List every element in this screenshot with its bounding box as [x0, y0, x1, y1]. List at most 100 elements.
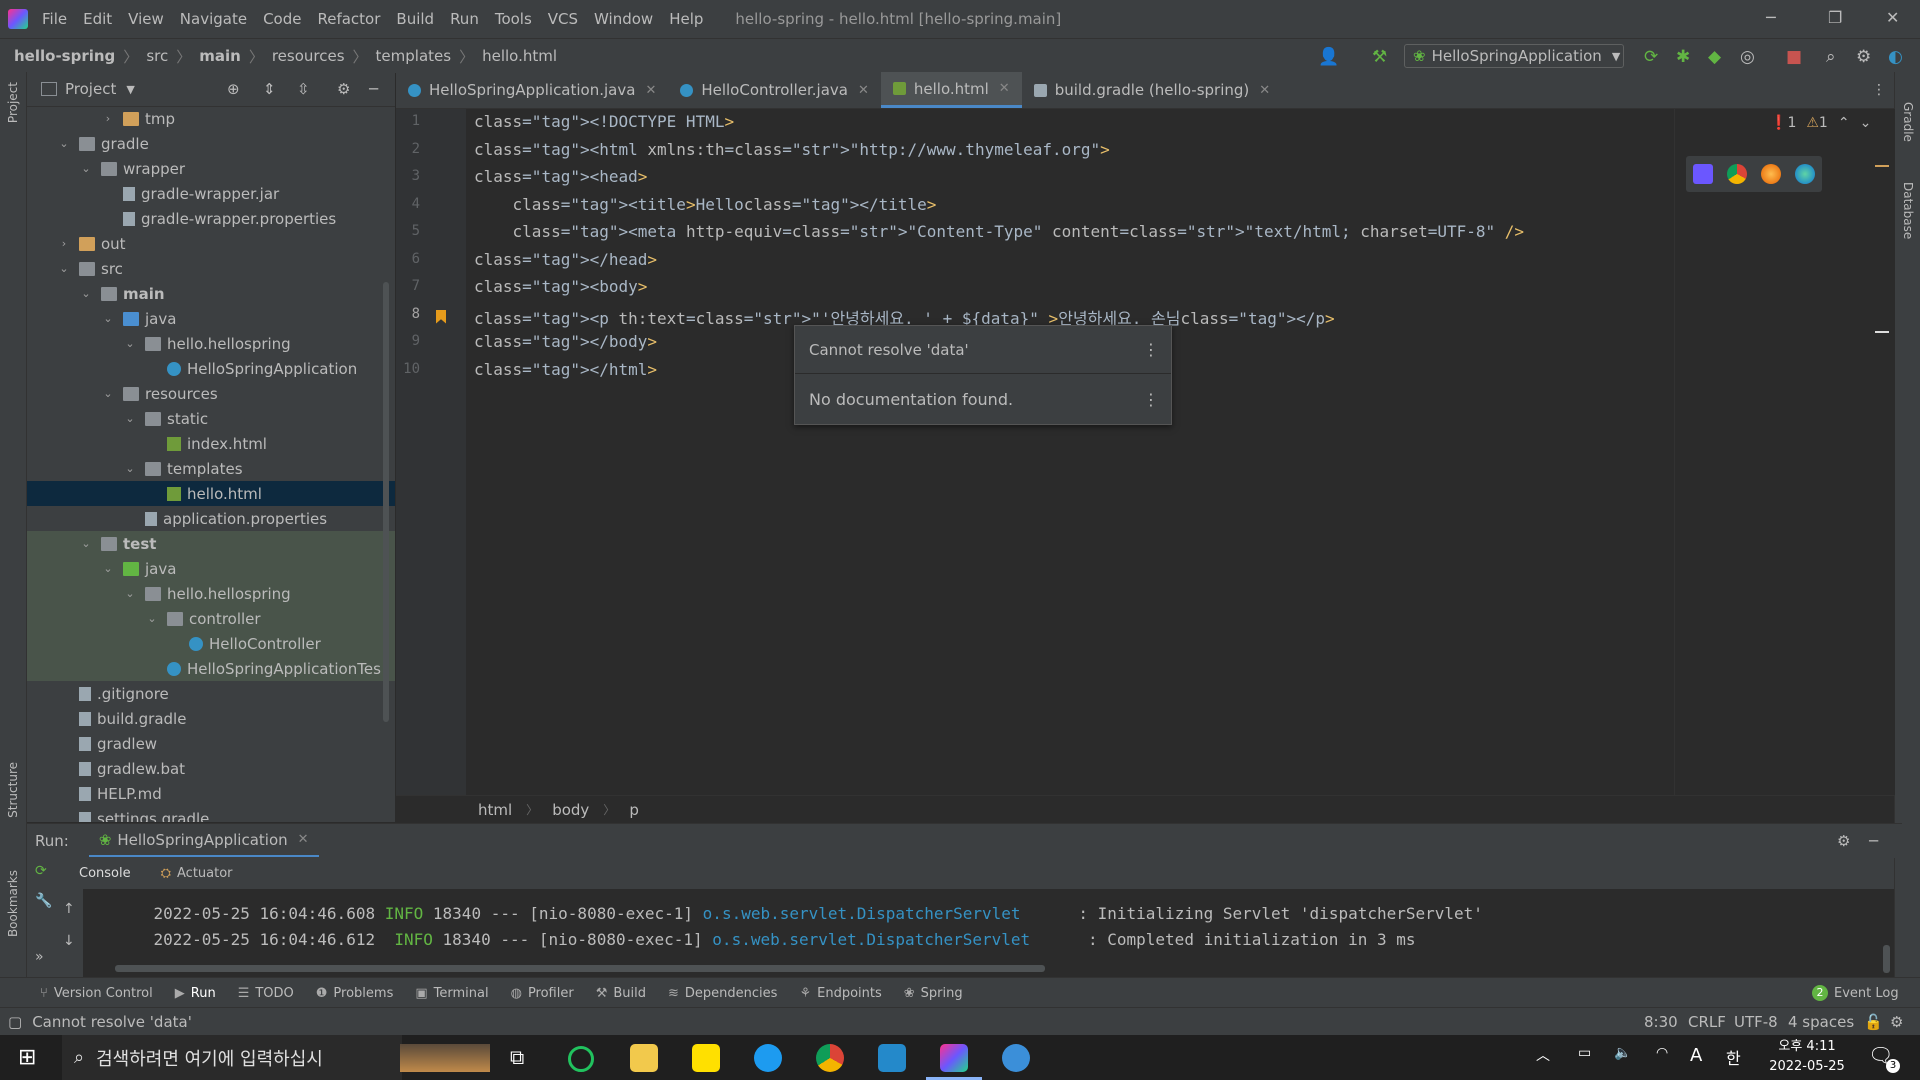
endpoints-tab[interactable]: ⚘ Endpoints	[799, 986, 881, 1001]
expand-all-icon[interactable]: ⇕	[263, 80, 276, 98]
chrome-icon[interactable]	[1727, 164, 1747, 184]
hide-panel-icon[interactable]: ─	[369, 80, 378, 98]
tree-item[interactable]: .gitignore	[27, 681, 395, 706]
caret-position[interactable]: 8:30	[1644, 1013, 1678, 1031]
tree-item[interactable]: ⌄ hello.hellospring	[27, 581, 395, 606]
crumb-html[interactable]: html	[478, 801, 512, 819]
firefox-icon[interactable]	[1761, 164, 1781, 184]
event-log-tab[interactable]: 2 Event Log	[1812, 985, 1899, 1001]
tree-item[interactable]: ⌄ controller	[27, 606, 395, 631]
chevron-down-icon[interactable]: ⌄	[101, 562, 115, 575]
collapse-all-icon[interactable]: ⇳	[297, 80, 310, 98]
editor-tab[interactable]: HelloController.java ✕	[668, 72, 881, 108]
tree-item[interactable]: › tmp	[27, 106, 395, 131]
chevron-down-icon[interactable]: ⌄	[57, 262, 71, 275]
restore-icon[interactable]: ❐	[1828, 8, 1842, 27]
intellij-taskbar-icon[interactable]	[940, 1044, 968, 1072]
menu-refactor[interactable]: Refactor	[317, 10, 380, 28]
chevron-down-icon[interactable]: ⌄	[79, 162, 93, 175]
user-icon[interactable]: 👤	[1318, 47, 1339, 67]
rerun-icon[interactable]: ⟳	[35, 863, 47, 879]
volume-icon[interactable]: 🔈	[1614, 1045, 1631, 1061]
tree-item[interactable]: HelloSpringApplicationTes	[27, 656, 395, 681]
tree-item[interactable]: build.gradle	[27, 706, 395, 731]
webex-icon[interactable]	[754, 1044, 782, 1072]
spring-tab[interactable]: ❀ Spring	[904, 986, 963, 1001]
close-icon[interactable]: ✕	[1886, 8, 1899, 27]
todo-tab[interactable]: ☰ TODO	[238, 986, 294, 1001]
warning-marker[interactable]	[1875, 165, 1889, 167]
line-separator[interactable]: CRLF	[1688, 1013, 1726, 1031]
file-explorer-icon[interactable]	[630, 1044, 658, 1072]
menu-file[interactable]: File	[42, 10, 67, 28]
profiler-tab[interactable]: ◍ Profiler	[511, 986, 574, 1001]
tree-item[interactable]: gradle-wrapper.jar	[27, 181, 395, 206]
crumb-body[interactable]: body	[552, 801, 589, 819]
kakaotalk-icon[interactable]	[692, 1044, 720, 1072]
breadcrumb-resources[interactable]: resources	[272, 47, 345, 65]
more-icon[interactable]: »	[35, 949, 44, 965]
tree-item[interactable]: ⌄ gradle	[27, 131, 395, 156]
tree-item[interactable]: HelloSpringApplication	[27, 356, 395, 381]
minimize-icon[interactable]: ─	[1766, 8, 1776, 27]
close-icon[interactable]: ✕	[645, 83, 656, 98]
menu-code[interactable]: Code	[263, 10, 301, 28]
inspection-widget[interactable]: ❗1 ⚠1 ⌃ ⌄	[1770, 115, 1871, 131]
ime-mode-han[interactable]: 한	[1726, 1045, 1741, 1069]
tray-chevron-up-icon[interactable]: ︿	[1536, 1045, 1550, 1065]
menu-vcs[interactable]: VCS	[548, 10, 578, 28]
close-icon[interactable]: ✕	[298, 832, 309, 847]
profiler-icon[interactable]: ◎	[1740, 47, 1755, 67]
wrench-icon[interactable]: 🔧	[35, 893, 52, 909]
tree-item[interactable]: ⌄ java	[27, 556, 395, 581]
more-options-icon[interactable]: ⋮	[1143, 340, 1159, 359]
structure-tool-button[interactable]: Structure	[6, 762, 20, 818]
tree-item[interactable]: ⌄ hello.hellospring	[27, 331, 395, 356]
actuator-tab[interactable]: Actuator	[177, 866, 233, 881]
console-output[interactable]: 2022-05-25 16:04:46.608 INFO 18340 --- […	[83, 889, 1894, 977]
file-encoding[interactable]: UTF-8	[1734, 1013, 1778, 1031]
gradle-tool-button[interactable]: Gradle	[1901, 102, 1915, 142]
app-green-circle-icon[interactable]	[568, 1046, 594, 1072]
up-arrow-icon[interactable]: ↑	[63, 901, 75, 917]
tree-item[interactable]: gradlew.bat	[27, 756, 395, 781]
stop-icon[interactable]: ■	[1786, 47, 1802, 67]
breadcrumb-src[interactable]: src	[146, 47, 168, 65]
tree-item[interactable]: ⌄ main	[27, 281, 395, 306]
locate-icon[interactable]: ⊕	[227, 80, 240, 98]
hammer-build-icon[interactable]: ⚒	[1372, 47, 1387, 67]
chevron-right-icon[interactable]: ›	[57, 237, 71, 250]
breadcrumb-templates[interactable]: templates	[376, 47, 452, 65]
console-tab[interactable]: Console	[79, 866, 131, 881]
down-arrow-icon[interactable]: ↓	[63, 933, 75, 949]
project-tool-button[interactable]: Project	[6, 82, 20, 123]
breadcrumb-main[interactable]: main	[199, 47, 241, 65]
chevron-down-icon[interactable]: ⌄	[1860, 115, 1872, 131]
dependencies-tab[interactable]: ≋ Dependencies	[668, 986, 777, 1001]
tree-item[interactable]: HELP.md	[27, 781, 395, 806]
chevron-down-icon[interactable]: ⌄	[123, 412, 137, 425]
tree-item[interactable]: HelloController	[27, 631, 395, 656]
intellij-browser-icon[interactable]	[1693, 164, 1713, 184]
battery-icon[interactable]: ▭	[1578, 1045, 1591, 1061]
chevron-down-icon[interactable]: ⌄	[145, 612, 159, 625]
tree-item[interactable]: ⌄ templates	[27, 456, 395, 481]
chevron-right-icon[interactable]: ›	[101, 112, 115, 125]
gear-icon[interactable]: ⚙	[1837, 832, 1850, 850]
chevron-down-icon[interactable]: ⌄	[123, 587, 137, 600]
taskbar-search[interactable]: ⌕ 검색하려면 여기에 입력하십시	[62, 1035, 402, 1080]
close-icon[interactable]: ✕	[1259, 83, 1270, 98]
chevron-down-icon[interactable]: ▼	[126, 83, 134, 96]
console-v-scrollbar[interactable]	[1883, 945, 1890, 973]
more-options-icon[interactable]: ⋮	[1143, 390, 1159, 409]
more-tabs-icon[interactable]: ⋮	[1872, 82, 1886, 98]
edge-icon[interactable]	[1795, 164, 1815, 184]
clock[interactable]: 오후 4:11 2022-05-25	[1762, 1037, 1852, 1077]
problems-tab[interactable]: ❶ Problems	[316, 986, 394, 1001]
tree-item[interactable]: ⌄ static	[27, 406, 395, 431]
breadcrumb-file[interactable]: hello.html	[482, 47, 557, 65]
chevron-down-icon[interactable]: ⌄	[79, 287, 93, 300]
chevron-down-icon[interactable]: ⌄	[101, 312, 115, 325]
editor-tab[interactable]: HelloSpringApplication.java ✕	[396, 72, 668, 108]
tree-item[interactable]: hello.html	[27, 481, 395, 506]
